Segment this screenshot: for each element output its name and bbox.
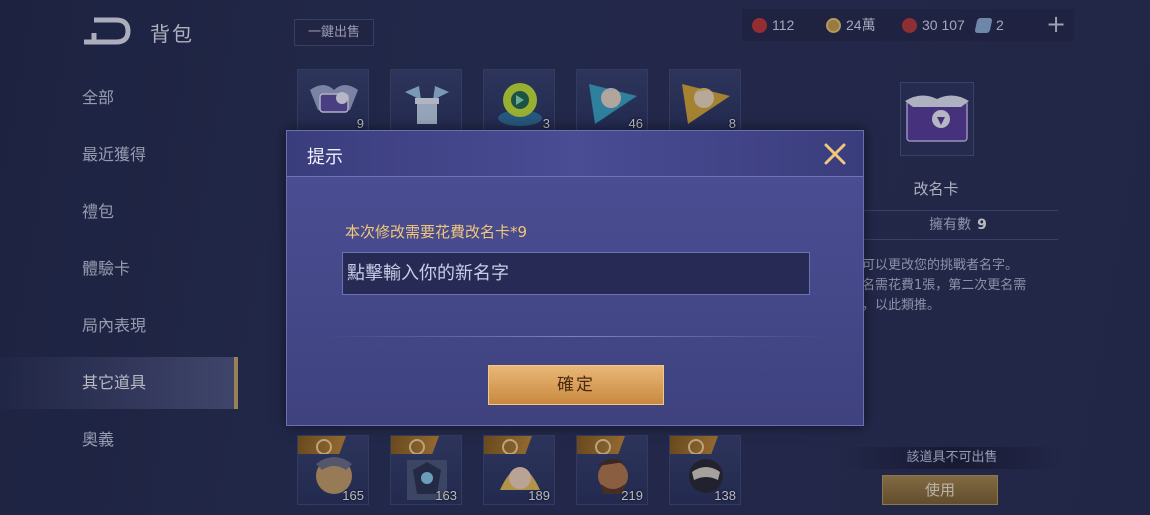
dialog-title: 提示 [307, 147, 343, 168]
close-button[interactable] [821, 140, 849, 168]
close-icon [824, 143, 846, 165]
new-name-input[interactable] [342, 252, 810, 295]
rename-dialog: 提示 本次修改需要花費改名卡*9 確定 [286, 130, 864, 426]
confirm-button[interactable]: 確定 [488, 365, 664, 405]
dialog-header: 提示 [287, 131, 863, 177]
divider [321, 336, 831, 337]
rename-cost-text: 本次修改需要花費改名卡*9 [345, 223, 528, 241]
